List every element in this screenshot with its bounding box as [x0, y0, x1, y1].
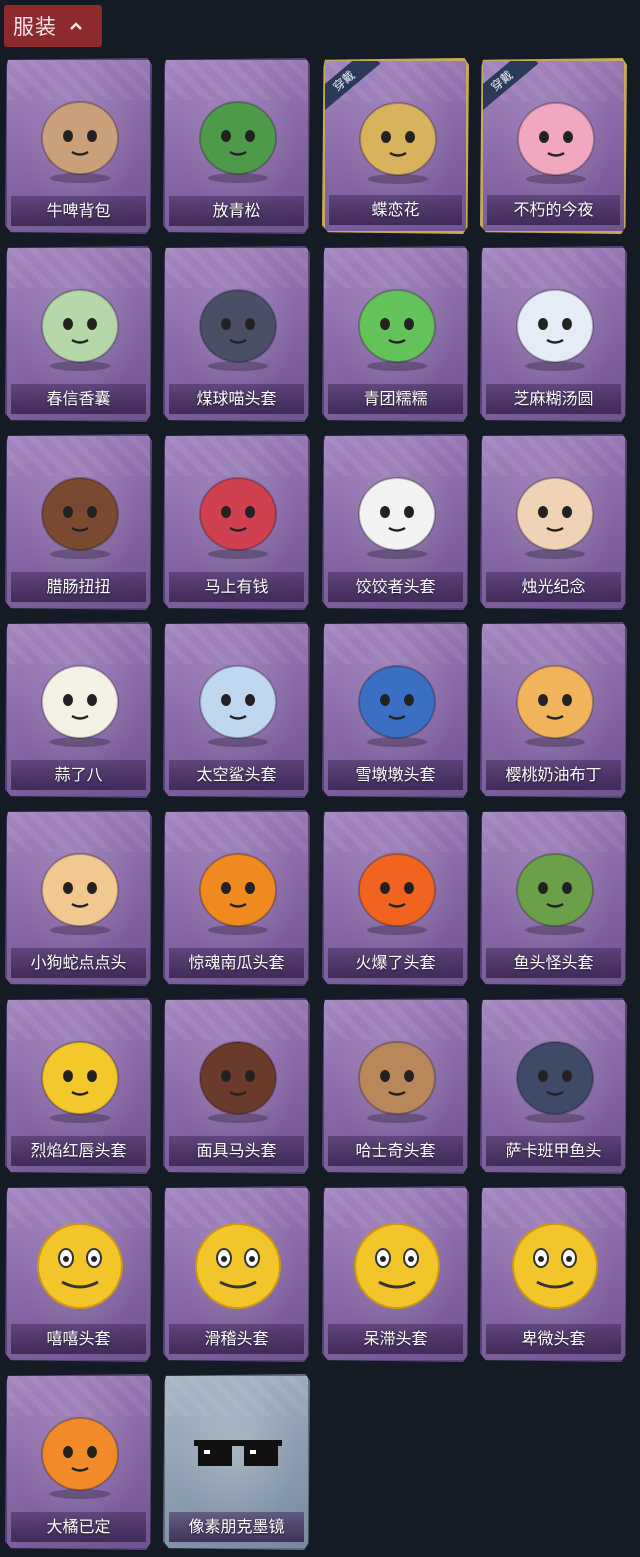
fish-mask-icon	[505, 832, 605, 944]
fire-head-icon	[347, 832, 447, 944]
outfit-card[interactable]: 烈焰红唇头套	[5, 998, 152, 1174]
outfit-card[interactable]: 像素朋克墨镜	[163, 1374, 310, 1550]
outfit-name: 惊魂南瓜头套	[169, 948, 304, 978]
outfit-card[interactable]: 穿戴 不朽的今夜	[480, 58, 627, 234]
outfit-name: 卑微头套	[486, 1324, 621, 1354]
outfit-card[interactable]: 牛啤背包	[5, 58, 152, 234]
outfit-card[interactable]: 哈士奇头套	[322, 998, 469, 1174]
red-horse-icon	[188, 456, 288, 568]
outfit-name: 樱桃奶油布丁	[486, 760, 621, 790]
outfit-name: 雪墩墩头套	[328, 760, 463, 790]
outfit-name: 滑稽头套	[169, 1324, 304, 1354]
outfit-name: 大橘已定	[11, 1512, 146, 1542]
fish-head-icon	[505, 1020, 605, 1132]
white-dumpling-icon	[505, 268, 605, 380]
outfit-card[interactable]: 滑稽头套	[163, 1186, 310, 1362]
outfit-card[interactable]: 春信香囊	[5, 246, 152, 422]
outfit-name: 马上有钱	[169, 572, 304, 602]
outfit-name: 煤球喵头套	[169, 384, 304, 414]
outfit-card[interactable]: 腊肠扭扭	[5, 434, 152, 610]
outfit-name: 太空鲨头套	[169, 760, 304, 790]
garlic-icon	[30, 644, 130, 756]
outfit-name: 腊肠扭扭	[11, 572, 146, 602]
snake-dog-icon	[30, 832, 130, 944]
outfit-name: 牛啤背包	[11, 196, 146, 226]
outfit-card[interactable]: 蒜了八	[5, 622, 152, 798]
outfit-name: 像素朋克墨镜	[169, 1512, 304, 1542]
outfit-card[interactable]: 饺饺者头套	[322, 434, 469, 610]
green-rice-ball-icon	[347, 268, 447, 380]
outfit-card[interactable]: 青团糯糯	[322, 246, 469, 422]
outfit-name: 小狗蛇点点头	[11, 948, 146, 978]
outfit-card[interactable]: 火爆了头套	[322, 810, 469, 986]
outfit-name: 青团糯糯	[328, 384, 463, 414]
outfit-card[interactable]: 樱桃奶油布丁	[480, 622, 627, 798]
outfit-card[interactable]: 穿戴 蝶恋花	[322, 58, 469, 234]
outfit-card[interactable]: 鱼头怪头套	[480, 810, 627, 986]
pumpkin-head-icon	[188, 832, 288, 944]
humble-emoji-icon	[505, 1208, 605, 1320]
outfit-card[interactable]: 烛光纪念	[480, 434, 627, 610]
outfit-card[interactable]: 惊魂南瓜头套	[163, 810, 310, 986]
outfit-name: 蝶恋花	[329, 195, 462, 225]
grin-emoji-icon	[30, 1208, 130, 1320]
outfit-name: 萨卡班甲鱼头	[486, 1136, 621, 1166]
candle-icon	[505, 456, 605, 568]
outfit-card[interactable]: 大橘已定	[5, 1374, 152, 1550]
butterfly-bell-wreath-icon	[348, 81, 448, 193]
outfit-name: 呆滞头套	[328, 1324, 463, 1354]
shark-head-icon	[188, 644, 288, 756]
outfit-card[interactable]: 呆滞头套	[322, 1186, 469, 1362]
outfit-name: 哈士奇头套	[328, 1136, 463, 1166]
outfit-name: 蒜了八	[11, 760, 146, 790]
outfit-card[interactable]: 雪墩墩头套	[322, 622, 469, 798]
orange-slice-icon	[30, 1396, 130, 1508]
outfit-card[interactable]: 小狗蛇点点头	[5, 810, 152, 986]
pink-cat-cup-icon	[506, 81, 606, 193]
pudding-icon	[505, 644, 605, 756]
outfit-name: 鱼头怪头套	[486, 948, 621, 978]
chevron-up-icon[interactable]	[69, 19, 83, 33]
outfit-name: 饺饺者头套	[328, 572, 463, 602]
outfit-name: 不朽的今夜	[487, 195, 620, 225]
potted-pine-icon	[188, 80, 288, 192]
outfit-name: 火爆了头套	[328, 948, 463, 978]
cow-beer-keg-icon	[30, 80, 130, 192]
outfit-name: 面具马头套	[169, 1136, 304, 1166]
pixel-sunglasses-icon	[188, 1396, 288, 1508]
sausage-dog-icon	[30, 456, 130, 568]
category-title: 服装	[13, 15, 57, 39]
outfit-card[interactable]: 马上有钱	[163, 434, 310, 610]
outfit-card[interactable]: 卑微头套	[480, 1186, 627, 1362]
yellow-mouse-sunglasses-icon	[30, 1020, 130, 1132]
category-header[interactable]: 服装	[4, 5, 102, 47]
outfit-card[interactable]: 太空鲨头套	[163, 622, 310, 798]
outfit-card[interactable]: 放青松	[163, 58, 310, 234]
outfit-name: 芝麻糊汤圆	[486, 384, 621, 414]
snowman-head-icon	[347, 644, 447, 756]
outfit-card[interactable]: 嘻嘻头套	[5, 1186, 152, 1362]
outfit-card[interactable]: 煤球喵头套	[163, 246, 310, 422]
dumpling-head-icon	[347, 456, 447, 568]
outfit-card[interactable]: 芝麻糊汤圆	[480, 246, 627, 422]
outfit-name: 烈焰红唇头套	[11, 1136, 146, 1166]
outfit-name: 春信香囊	[11, 384, 146, 414]
smirk-emoji-icon	[188, 1208, 288, 1320]
husky-sunglasses-icon	[347, 1020, 447, 1132]
outfit-name: 放青松	[169, 196, 304, 226]
outfit-card[interactable]: 面具马头套	[163, 998, 310, 1174]
sachet-pouch-icon	[30, 268, 130, 380]
outfit-name: 嘻嘻头套	[11, 1324, 146, 1354]
outfit-name: 烛光纪念	[486, 572, 621, 602]
outfit-card[interactable]: 萨卡班甲鱼头	[480, 998, 627, 1174]
stare-emoji-icon	[347, 1208, 447, 1320]
grey-cat-head-icon	[188, 268, 288, 380]
horse-mask-icon	[188, 1020, 288, 1132]
